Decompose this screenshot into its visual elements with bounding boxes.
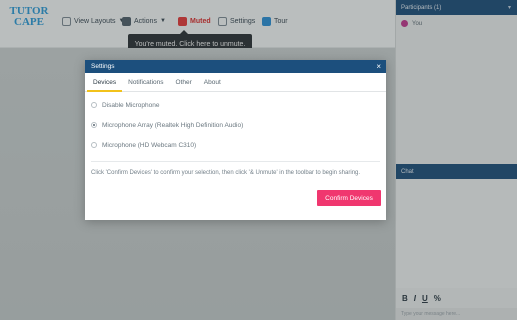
confirm-devices-button[interactable]: Confirm Devices: [317, 190, 381, 206]
tab-other[interactable]: Other: [170, 73, 198, 91]
tab-notifications[interactable]: Notifications: [122, 73, 169, 91]
divider: [91, 161, 380, 162]
settings-tabs: Devices Notifications Other About: [85, 73, 386, 92]
radio-button-selected[interactable]: [91, 122, 97, 128]
microphone-options: Disable Microphone Microphone Array (Rea…: [85, 92, 386, 155]
settings-dialog: Settings × Devices Notifications Other A…: [85, 60, 386, 220]
option-microphone-array[interactable]: Microphone Array (Realtek High Definitio…: [91, 115, 380, 135]
option-label: Microphone (HD Webcam C310): [102, 141, 197, 149]
tab-devices[interactable]: Devices: [87, 73, 123, 92]
close-icon[interactable]: ×: [376, 62, 381, 71]
option-disable-microphone[interactable]: Disable Microphone: [91, 95, 380, 115]
option-hd-webcam-microphone[interactable]: Microphone (HD Webcam C310): [91, 135, 380, 155]
radio-button[interactable]: [91, 142, 97, 148]
option-label: Microphone Array (Realtek High Definitio…: [102, 121, 244, 129]
dialog-header: Settings ×: [85, 60, 386, 73]
dialog-title: Settings: [91, 63, 115, 70]
tab-about[interactable]: About: [198, 73, 227, 91]
instructions-text: Click 'Confirm Devices' to confirm your …: [91, 170, 361, 176]
option-label: Disable Microphone: [102, 101, 160, 109]
radio-button[interactable]: [91, 102, 97, 108]
